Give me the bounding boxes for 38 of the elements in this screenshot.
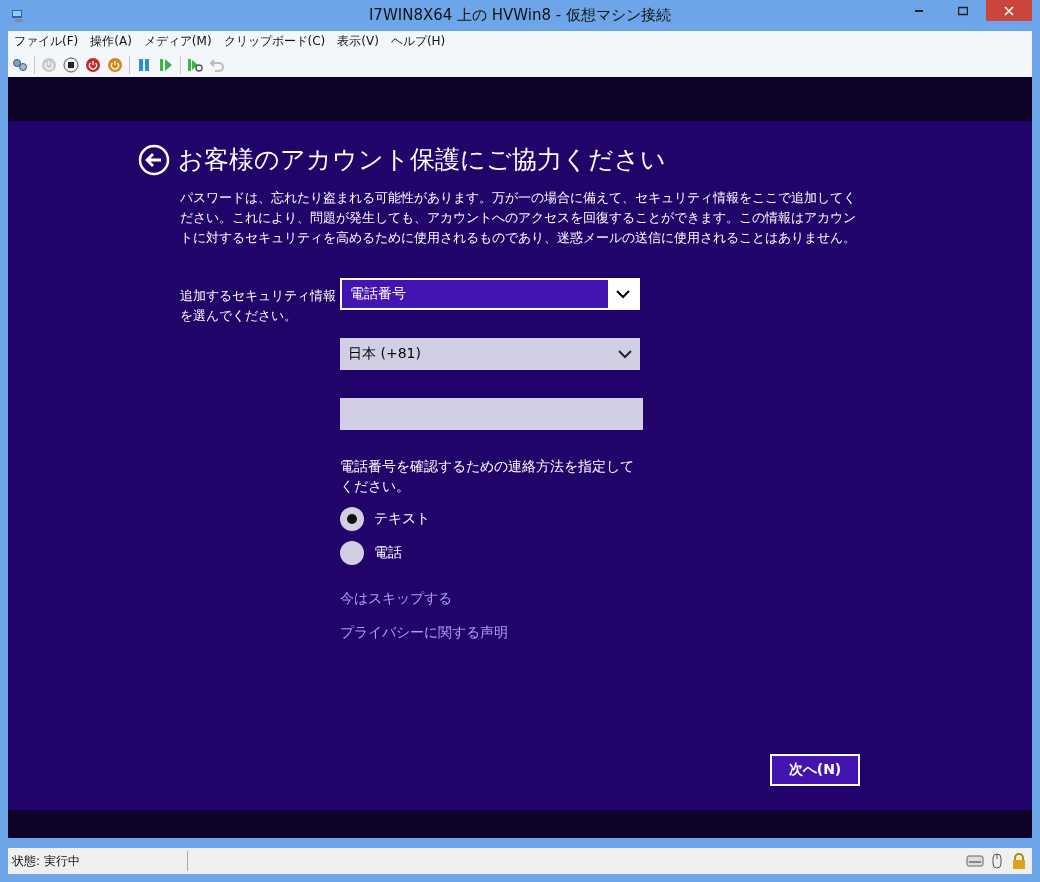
vm-app-icon bbox=[10, 7, 26, 24]
status-text: 状態: 実行中 bbox=[11, 852, 81, 870]
contact-method-prompt: 電話番号を確認するための連絡方法を指定してください。 bbox=[340, 457, 635, 496]
radio-label: 電話 bbox=[374, 544, 402, 562]
chevron-down-icon bbox=[616, 289, 630, 299]
minimize-icon bbox=[915, 9, 923, 12]
radio-button[interactable] bbox=[340, 541, 364, 565]
radio-label: テキスト bbox=[374, 510, 430, 528]
security-info-dropdown[interactable]: 電話番号 bbox=[340, 278, 640, 310]
menu-item[interactable]: クリップボード(C) bbox=[223, 33, 326, 50]
radio-button[interactable] bbox=[340, 507, 364, 531]
text-link[interactable]: プライバシーに関する声明 bbox=[340, 624, 508, 642]
text-link[interactable]: 今はスキップする bbox=[340, 590, 452, 608]
chevron-down-icon bbox=[618, 349, 632, 359]
pause-icon[interactable] bbox=[136, 56, 152, 73]
menu-item[interactable]: メディア(M) bbox=[143, 33, 212, 50]
power-icon[interactable] bbox=[107, 56, 123, 73]
country-dropdown[interactable]: 日本 (+81) bbox=[340, 338, 640, 370]
menu-item[interactable]: 操作(A) bbox=[90, 33, 132, 50]
close-icon bbox=[1004, 5, 1014, 16]
radio-option[interactable]: テキスト bbox=[340, 502, 640, 536]
menu-item[interactable]: 表示(V) bbox=[337, 33, 379, 50]
lock-icon bbox=[1010, 853, 1028, 869]
radio-option[interactable]: 電話 bbox=[340, 536, 640, 570]
stop-icon[interactable] bbox=[63, 56, 79, 73]
window-title: I7WIN8X64 上の HVWin8 - 仮想マシン接続 bbox=[368, 6, 672, 25]
menu-item[interactable]: ヘルプ(H) bbox=[390, 33, 446, 50]
maximize-icon bbox=[958, 5, 968, 16]
description-text: パスワードは、忘れたり盗まれる可能性があります。万が一の場合に備えて、セキュリティ情報をここで追加してください。これにより、問題が発生しても、アカウントへのアクセスを回復することができます。この情報はアカウントに対するセキュリティを高めるために使用されるものであり、迷惑メールの送信に使用されることはありません。 bbox=[180, 189, 857, 247]
menu-item[interactable]: ファイル(F) bbox=[14, 33, 79, 50]
security-info-label: 追加するセキュリティ情報を選んでください。 bbox=[180, 287, 337, 325]
undo-icon bbox=[209, 56, 225, 73]
page-heading: お客様のアカウント保護にご協力ください bbox=[178, 144, 666, 176]
power-icon bbox=[41, 56, 57, 73]
phone-number-field[interactable] bbox=[340, 398, 643, 430]
next-button[interactable]: 次へ(N) bbox=[770, 754, 860, 786]
keyboard-icon bbox=[966, 853, 984, 869]
power-icon[interactable] bbox=[85, 56, 101, 73]
